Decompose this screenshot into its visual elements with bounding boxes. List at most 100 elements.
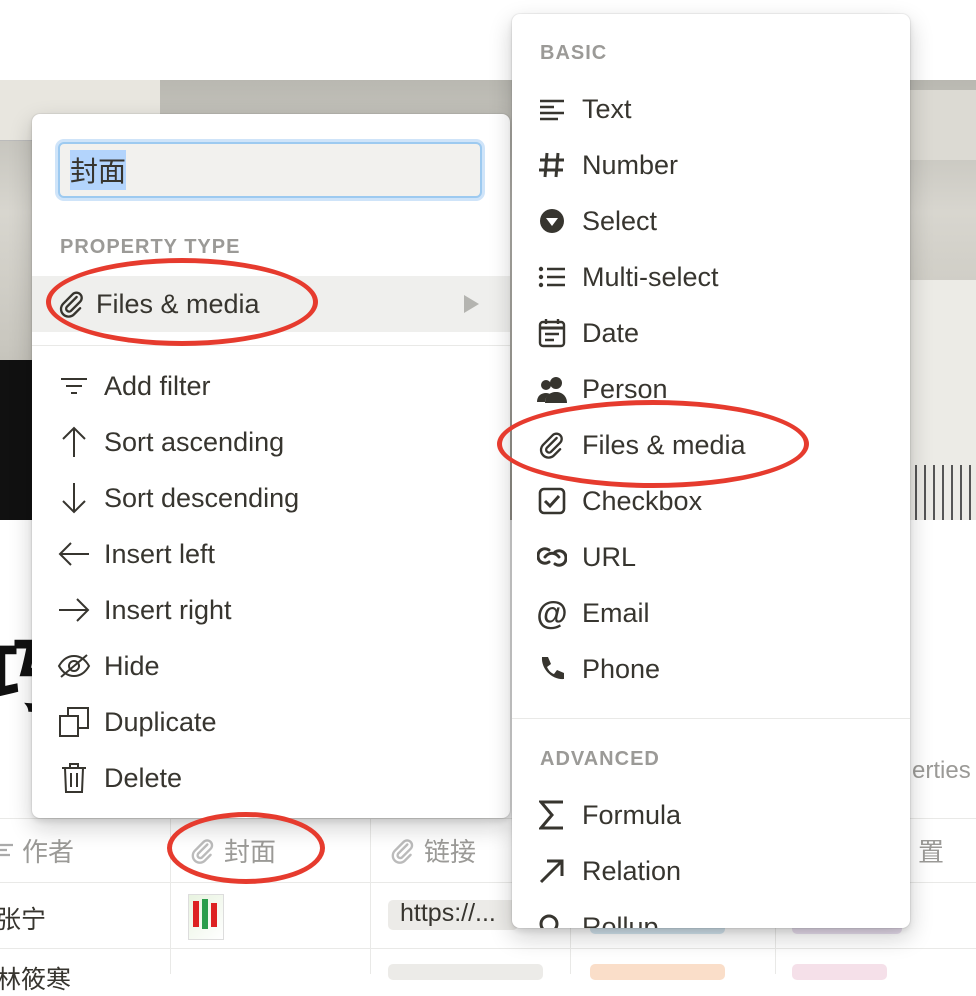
cover-thumbnail[interactable] <box>188 894 224 940</box>
menu-item-label: Insert right <box>104 594 232 625</box>
tag-pill[interactable] <box>590 964 725 980</box>
column-header-cover[interactable]: 封面 <box>190 832 276 869</box>
column-header-label: 作者 <box>22 837 75 867</box>
paperclip-icon <box>534 431 570 459</box>
calendar-icon <box>534 318 570 348</box>
type-option-label: Date <box>582 317 640 348</box>
type-option-number[interactable]: Number <box>512 137 910 193</box>
triangle-right-icon <box>462 294 480 314</box>
select-circle-icon <box>534 207 570 235</box>
text-lines-icon <box>534 97 570 121</box>
property-edit-menu: 封面 PROPERTY TYPE Files & media Add filte… <box>32 114 510 818</box>
column-header-label: 置 <box>918 837 945 867</box>
advanced-section-label: ADVANCED <box>540 748 660 770</box>
arrow-down-icon <box>56 481 92 515</box>
menu-divider <box>32 345 510 346</box>
basic-section-label: BASIC <box>540 42 608 64</box>
eye-slash-icon <box>56 652 92 680</box>
table-divider <box>0 948 976 949</box>
type-option-text[interactable]: Text <box>512 81 910 137</box>
tag-pill[interactable] <box>792 964 887 980</box>
type-option-url[interactable]: URL <box>512 529 910 585</box>
type-option-person[interactable]: Person <box>512 361 910 417</box>
type-option-label: Rollup <box>582 911 659 929</box>
paperclip-icon <box>190 838 216 864</box>
paperclip-icon <box>54 290 90 318</box>
type-option-email[interactable]: @ Email <box>512 585 910 641</box>
arrow-right-icon <box>56 596 92 624</box>
at-icon: @ <box>536 595 568 631</box>
properties-fragment[interactable]: erties <box>912 757 971 785</box>
table-column-divider <box>370 818 371 974</box>
type-option-checkbox[interactable]: Checkbox <box>512 473 910 529</box>
table-column-divider <box>170 818 171 974</box>
type-option-label: Checkbox <box>582 485 703 516</box>
text-lines-icon <box>0 842 14 860</box>
column-header-label: 封面 <box>224 837 277 867</box>
type-option-label: Number <box>582 149 679 180</box>
hash-icon <box>534 151 570 179</box>
filter-icon <box>56 374 92 398</box>
menu-item-label: Hide <box>104 650 160 681</box>
menu-item-label: Duplicate <box>104 706 217 737</box>
menu-item-label: Sort ascending <box>104 426 285 457</box>
column-header-link[interactable]: 链接 <box>390 832 476 869</box>
menu-item-duplicate[interactable]: Duplicate <box>32 694 510 750</box>
menu-item-label: Insert left <box>104 538 216 569</box>
cell-author[interactable]: 张宁 <box>0 900 46 936</box>
type-option-label: Multi-select <box>582 261 719 292</box>
link-chip[interactable]: https://... <box>388 899 518 930</box>
type-option-date[interactable]: Date <box>512 305 910 361</box>
type-option-multi-select[interactable]: Multi-select <box>512 249 910 305</box>
type-option-files-media[interactable]: Files & media <box>512 417 910 473</box>
type-option-label: URL <box>582 541 637 572</box>
type-option-relation[interactable]: Relation <box>512 843 910 899</box>
menu-item-hide[interactable]: Hide <box>32 638 510 694</box>
type-option-formula[interactable]: Formula <box>512 787 910 843</box>
link-chip[interactable] <box>388 964 543 980</box>
menu-item-delete[interactable]: Delete <box>32 750 510 806</box>
search-icon <box>534 913 570 928</box>
arrow-up-icon <box>56 425 92 459</box>
person-icon <box>534 375 570 403</box>
column-header-label: 链接 <box>424 837 477 867</box>
menu-item-label: Delete <box>104 762 183 793</box>
bullet-list-icon <box>534 265 570 289</box>
property-name-selected-text: 封面 <box>70 150 127 190</box>
cell-author[interactable]: 林筱寒 <box>0 960 71 996</box>
type-option-label: Person <box>582 373 668 404</box>
cover-notebook-rings <box>915 465 976 520</box>
property-type-selector[interactable]: Files & media <box>32 276 510 332</box>
menu-item-label: Sort descending <box>104 482 300 513</box>
paperclip-icon <box>390 838 416 864</box>
phone-icon <box>534 655 570 683</box>
column-header-author[interactable]: 作者 <box>0 832 74 869</box>
menu-item-insert-right[interactable]: Insert right <box>32 582 510 638</box>
type-option-label: Files & media <box>582 429 746 460</box>
menu-item-add-filter[interactable]: Add filter <box>32 358 510 414</box>
sigma-icon <box>534 800 570 830</box>
type-option-select[interactable]: Select <box>512 193 910 249</box>
column-header-position[interactable]: 置 <box>918 832 944 869</box>
arrow-up-right-icon <box>534 857 570 885</box>
type-option-label: Select <box>582 205 658 236</box>
link-icon <box>534 544 570 570</box>
arrow-left-icon <box>56 540 92 568</box>
trash-icon <box>56 762 92 794</box>
type-option-label: Formula <box>582 799 682 830</box>
type-option-label: Phone <box>582 653 661 684</box>
duplicate-icon <box>56 706 92 738</box>
menu-item-insert-left[interactable]: Insert left <box>32 526 510 582</box>
type-option-phone[interactable]: Phone <box>512 641 910 697</box>
type-option-label: Email <box>582 597 650 628</box>
menu-item-sort-descending[interactable]: Sort descending <box>32 470 510 526</box>
menu-item-sort-ascending[interactable]: Sort ascending <box>32 414 510 470</box>
link-chip-text: https://... <box>400 899 496 927</box>
property-name-input[interactable]: 封面 <box>58 142 482 198</box>
property-type-label: PROPERTY TYPE <box>60 236 241 258</box>
menu-divider <box>512 718 910 719</box>
property-type-menu: BASIC Text Number Select Multi-select Da… <box>512 14 910 928</box>
checkbox-icon <box>534 487 570 515</box>
type-option-rollup[interactable]: Rollup <box>512 899 910 928</box>
type-option-label: Text <box>582 93 632 124</box>
